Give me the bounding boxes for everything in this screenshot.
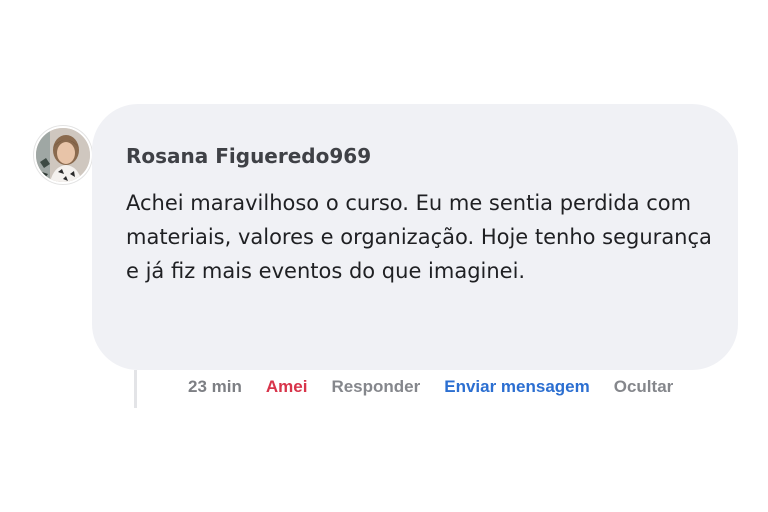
comment-actions: 23 min Amei Responder Enviar mensagem Oc… xyxy=(188,376,673,398)
comment-author[interactable]: Rosana Figueredo969 xyxy=(126,144,704,168)
avatar[interactable] xyxy=(34,126,92,184)
comment-text: Achei maravilhoso o curso. Eu me sentia … xyxy=(126,191,712,283)
hide-button[interactable]: Ocultar xyxy=(614,376,674,398)
profile-photo-icon xyxy=(36,128,90,182)
send-message-button[interactable]: Enviar mensagem xyxy=(444,376,590,398)
thread-line xyxy=(134,370,137,408)
comment-timestamp[interactable]: 23 min xyxy=(188,376,242,398)
comment-bubble: Rosana Figueredo969 Achei maravilhoso o … xyxy=(92,104,738,370)
like-button[interactable]: Amei xyxy=(266,376,308,398)
reply-button[interactable]: Responder xyxy=(331,376,420,398)
